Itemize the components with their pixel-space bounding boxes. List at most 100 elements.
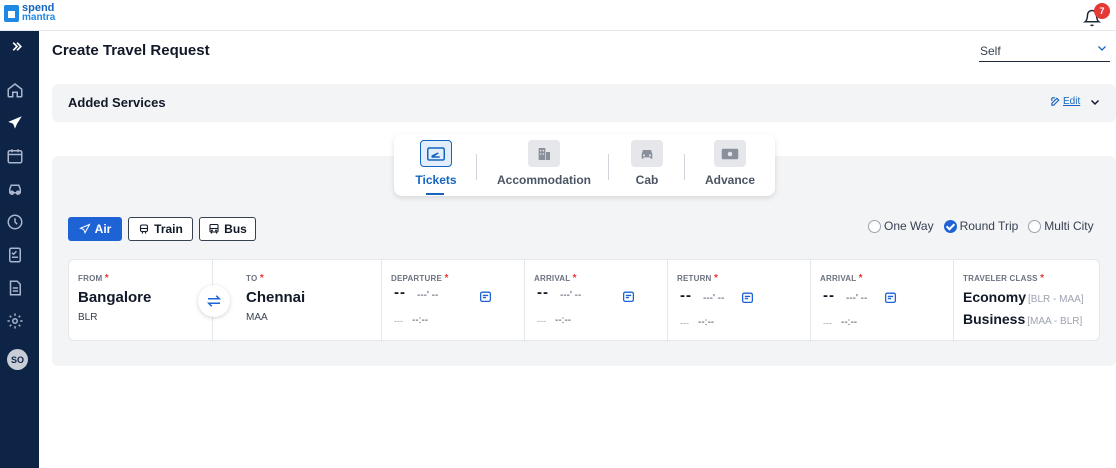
return-month: ---' -- (703, 293, 725, 304)
avatar[interactable]: SO (7, 349, 28, 370)
mode-bus-label: Bus (224, 222, 247, 236)
required-mark: * (444, 273, 449, 284)
radio-round-trip[interactable]: Round Trip (943, 219, 1019, 233)
sidebar: SO (0, 31, 39, 468)
calendar-icon[interactable] (741, 291, 754, 304)
departure-field[interactable]: DEPARTURE * -- ---' -- --- --:-- (382, 260, 525, 342)
return-time-prefix: --- (680, 318, 689, 328)
radio-multi-city[interactable]: Multi City (1028, 219, 1094, 233)
tab-cab-label: Cab (635, 173, 659, 187)
calendar-icon[interactable] (622, 290, 635, 303)
to-code: MAA (246, 312, 268, 323)
class-route: [MAA - BLR] (1027, 316, 1083, 327)
gear-icon[interactable] (6, 312, 24, 330)
double-chevron-right-icon[interactable] (10, 40, 23, 53)
mode-air-button[interactable]: Air (68, 217, 122, 241)
chevron-down-icon[interactable] (1089, 96, 1101, 108)
building-icon (528, 140, 560, 167)
arrival-label: ARRIVAL (534, 274, 571, 283)
logo-icon (4, 4, 19, 22)
mode-train-button[interactable]: Train (128, 217, 193, 241)
arrival-day: -- (537, 284, 549, 301)
class-row: Business [MAA - BLR] (963, 311, 1082, 327)
traveler-select[interactable]: Self (979, 42, 1110, 62)
to-label: TO (246, 274, 258, 283)
arrival-field[interactable]: ARRIVAL * -- ---' -- --- --:-- (525, 260, 668, 342)
tab-divider (608, 154, 609, 180)
arrival-time: --:-- (555, 315, 572, 326)
required-mark: * (713, 273, 719, 284)
class-name: Economy (963, 289, 1027, 305)
required-mark: * (858, 273, 863, 284)
return-arrival-time-prefix: --- (823, 318, 832, 328)
airplane-icon[interactable] (6, 114, 24, 132)
trip-type-group: One Way Round Trip Multi City (868, 219, 1094, 233)
tab-advance[interactable]: Advance (700, 134, 760, 196)
added-services-title: Added Services (68, 95, 166, 110)
mode-train-label: Train (154, 222, 183, 236)
from-field[interactable]: FROM * Bangalore BLR (69, 260, 213, 342)
mode-bus-button[interactable]: Bus (199, 217, 256, 241)
edit-services-link[interactable]: Edit (1050, 96, 1080, 107)
arrival-month: ---' -- (560, 290, 582, 301)
checklist-icon[interactable] (6, 246, 24, 264)
ticket-icon (420, 140, 452, 167)
tab-cab[interactable]: Cab (624, 134, 670, 196)
cash-icon (714, 140, 746, 167)
home-icon[interactable] (6, 81, 24, 99)
flight-search-card: FROM * Bangalore BLR TO * Chennai MAA DE… (68, 259, 1101, 342)
to-field[interactable]: TO * Chennai MAA (213, 260, 382, 342)
to-city: Chennai (246, 289, 306, 306)
arrival-time-prefix: --- (537, 316, 546, 326)
return-day: -- (680, 287, 692, 304)
return-arrival-time: --:-- (841, 317, 858, 328)
return-arrival-field[interactable]: ARRIVAL * -- ---' -- --- --:-- (811, 260, 954, 342)
required-mark: * (1040, 273, 1045, 284)
notification-count-badge: 7 (1094, 3, 1110, 19)
return-time: --:-- (698, 317, 715, 328)
return-arrival-month: ---' -- (846, 293, 868, 304)
history-icon[interactable] (6, 213, 24, 231)
edit-label: Edit (1063, 96, 1081, 107)
return-label: RETURN (677, 274, 712, 283)
return-arrival-label: ARRIVAL (820, 274, 857, 283)
return-field[interactable]: RETURN * -- ---' -- --- --:-- (668, 260, 811, 342)
required-mark: * (104, 273, 109, 284)
radio-unchecked-icon (1028, 219, 1042, 233)
departure-time: --:-- (412, 315, 429, 326)
car-icon (631, 140, 663, 167)
chevron-down-icon (1098, 46, 1106, 51)
service-tabs: Tickets Accommodation Cab Advance (394, 134, 775, 196)
from-label: FROM (78, 274, 103, 283)
page-title: Create Travel Request (52, 42, 210, 59)
tab-divider (684, 154, 685, 180)
required-mark: * (572, 273, 577, 284)
calendar-icon[interactable] (479, 290, 492, 303)
brand-logo[interactable]: spend mantra (4, 3, 55, 23)
swap-cities-button[interactable] (198, 285, 230, 317)
tab-divider (476, 154, 477, 180)
radio-round-trip-label: Round Trip (959, 219, 1019, 233)
return-arrival-day: -- (823, 287, 835, 304)
traveler-select-value: Self (980, 44, 1001, 58)
swap-arrows-icon (206, 295, 222, 307)
radio-multi-city-label: Multi City (1044, 219, 1094, 233)
tab-tickets[interactable]: Tickets (408, 134, 464, 196)
class-route: [BLR - MAA] (1028, 294, 1084, 305)
departure-time-prefix: --- (394, 316, 403, 326)
radio-one-way[interactable]: One Way (868, 219, 934, 233)
added-services-bar[interactable]: Added Services Edit (52, 84, 1116, 122)
tab-accommodation-label: Accommodation (496, 173, 591, 187)
document-icon[interactable] (6, 279, 24, 297)
car-icon[interactable] (6, 180, 24, 198)
calendar-icon[interactable] (884, 291, 897, 304)
traveler-class-field[interactable]: TRAVELER CLASS * Economy [BLR - MAA] Busi… (954, 260, 1101, 342)
departure-label: DEPARTURE (391, 274, 442, 283)
traveler-class-label: TRAVELER CLASS (963, 274, 1038, 283)
calendar-icon[interactable] (6, 147, 24, 165)
from-code: BLR (78, 312, 98, 323)
top-bar: spend mantra 7 (0, 0, 1116, 31)
class-name: Business (963, 311, 1026, 327)
tab-accommodation[interactable]: Accommodation (494, 134, 594, 196)
departure-month: ---' -- (417, 290, 439, 301)
